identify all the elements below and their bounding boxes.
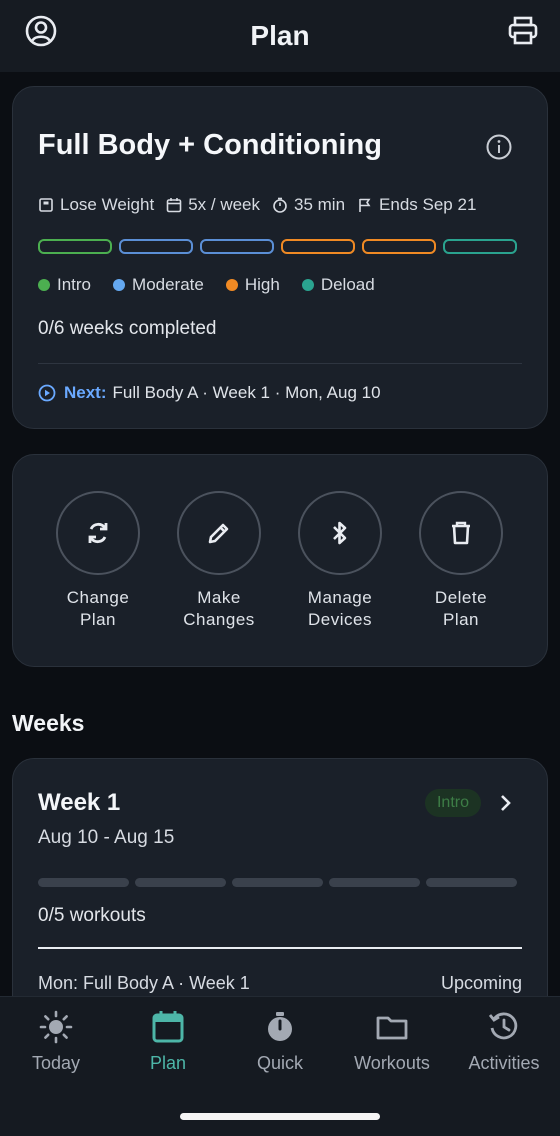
goal-icon xyxy=(39,198,53,212)
phase-timeline xyxy=(38,239,517,254)
profile-icon[interactable] xyxy=(24,14,58,48)
legend-item-intro: Intro xyxy=(38,275,91,295)
next-label: Next: xyxy=(64,383,107,402)
page-title: Plan xyxy=(250,20,310,51)
meta-end-date-label: Ends Sep 21 xyxy=(379,195,477,214)
chevron-right-icon[interactable] xyxy=(495,793,515,813)
meta-goal: Lose Weight xyxy=(38,195,154,215)
nav-item-today[interactable]: Today xyxy=(0,1009,112,1074)
divider xyxy=(38,363,522,364)
stopwatch-icon xyxy=(268,1012,292,1041)
phase-segment xyxy=(119,239,193,254)
nav-item-activities[interactable]: Activities xyxy=(448,1009,560,1074)
home-indicator xyxy=(180,1113,380,1120)
make-changes-button[interactable]: Make Changes xyxy=(159,491,279,631)
plan-actions-card: ChangePlan MakeChanges ManageDevices xyxy=(12,454,548,667)
divider xyxy=(38,947,522,949)
meta-goal-label: Lose Weight xyxy=(60,195,155,214)
plan-title: Full Body + Conditioning xyxy=(38,129,382,161)
progress-segment xyxy=(38,878,129,887)
nav-item-quick[interactable]: Quick xyxy=(224,1009,336,1074)
legend-label: Moderate xyxy=(132,275,204,294)
legend-item-high: High xyxy=(225,275,280,295)
nav-label: Today xyxy=(31,1053,81,1073)
legend-dot xyxy=(38,279,50,291)
legend-label: High xyxy=(244,275,280,294)
delete-plan-button[interactable]: Delete Plan xyxy=(401,491,521,631)
phase-segment xyxy=(38,239,112,254)
play-circle-icon xyxy=(38,384,56,402)
legend-item-moderate: Moderate xyxy=(113,275,204,295)
phase-segment xyxy=(362,239,436,254)
plan-summary-card: Full Body + Conditioning Lose Weight 5x … xyxy=(12,86,548,429)
progress-segment xyxy=(135,878,226,887)
stopwatch-icon xyxy=(273,197,287,213)
nav-label: Quick xyxy=(256,1053,303,1073)
legend-dot xyxy=(301,279,314,291)
meta-frequency-label: 5x / week xyxy=(188,195,261,214)
phase-legend: Intro Moderate High Deload xyxy=(38,275,397,295)
workout-row-status: Upcoming xyxy=(440,973,522,993)
print-icon[interactable] xyxy=(506,14,540,48)
nav-label: Workouts xyxy=(354,1053,430,1073)
folder-icon xyxy=(376,1016,408,1040)
weeks-section-title: Weeks xyxy=(12,710,85,736)
action-label: Change Plan xyxy=(66,588,130,629)
next-value: Full Body A · Week 1 · Mon, Aug 10 xyxy=(112,383,381,402)
change-plan-button[interactable]: Change Plan xyxy=(38,491,158,631)
pencil-icon[interactable] xyxy=(177,491,261,575)
legend-label: Intro xyxy=(57,275,92,294)
nav-item-plan[interactable]: Plan xyxy=(112,1009,224,1074)
legend-item-deload: Deload xyxy=(301,275,375,295)
bluetooth-icon[interactable] xyxy=(298,491,382,575)
info-icon[interactable] xyxy=(485,133,513,161)
history-icon xyxy=(488,1012,518,1040)
trash-icon[interactable] xyxy=(419,491,503,575)
calendar-icon xyxy=(166,198,182,213)
phase-badge: Intro xyxy=(424,789,481,817)
weeks-completed: 0/6 weeks completed xyxy=(38,318,217,339)
meta-duration: 35 min xyxy=(272,195,345,215)
nav-label: Activities xyxy=(468,1053,540,1073)
nav-label: Plan xyxy=(149,1053,187,1073)
action-label: Delete Plan xyxy=(434,588,488,629)
progress-segment xyxy=(329,878,420,887)
phase-segment xyxy=(443,239,517,254)
workout-row-label: Mon: Full Body A · Week 1 xyxy=(38,973,250,993)
calendar-icon xyxy=(152,1011,184,1043)
action-label: Make Changes xyxy=(183,588,255,629)
meta-duration-label: 35 min xyxy=(294,195,346,214)
phase-segment xyxy=(200,239,274,254)
action-label: Manage Devices xyxy=(307,588,373,629)
refresh-icon[interactable] xyxy=(56,491,140,575)
top-bar: Plan xyxy=(0,0,560,72)
legend-dot xyxy=(225,279,238,291)
nav-item-workouts[interactable]: Workouts xyxy=(336,1009,448,1074)
week-title: Week 1 xyxy=(38,789,121,816)
meta-end-date: Ends Sep 21 xyxy=(357,195,476,215)
workout-row[interactable]: Mon: Full Body A · Week 1 Upcoming xyxy=(38,973,522,994)
workouts-count: 0/5 workouts xyxy=(38,905,146,926)
sun-icon xyxy=(39,1010,73,1044)
meta-frequency: 5x / week xyxy=(166,195,260,215)
manage-devices-button[interactable]: Manage Devices xyxy=(280,491,400,631)
legend-dot xyxy=(113,279,126,291)
progress-segment xyxy=(232,878,323,887)
workout-progress xyxy=(38,878,517,887)
legend-label: Deload xyxy=(320,275,375,294)
phase-segment xyxy=(281,239,355,254)
week-dates: Aug 10 - Aug 15 xyxy=(38,827,175,848)
flag-icon xyxy=(359,198,371,212)
progress-segment xyxy=(426,878,517,887)
plan-meta: Lose Weight 5x / week 35 min Ends Sep 21 xyxy=(38,195,488,215)
next-workout[interactable]: Next: Full Body A · Week 1 · Mon, Aug 10 xyxy=(38,383,381,403)
